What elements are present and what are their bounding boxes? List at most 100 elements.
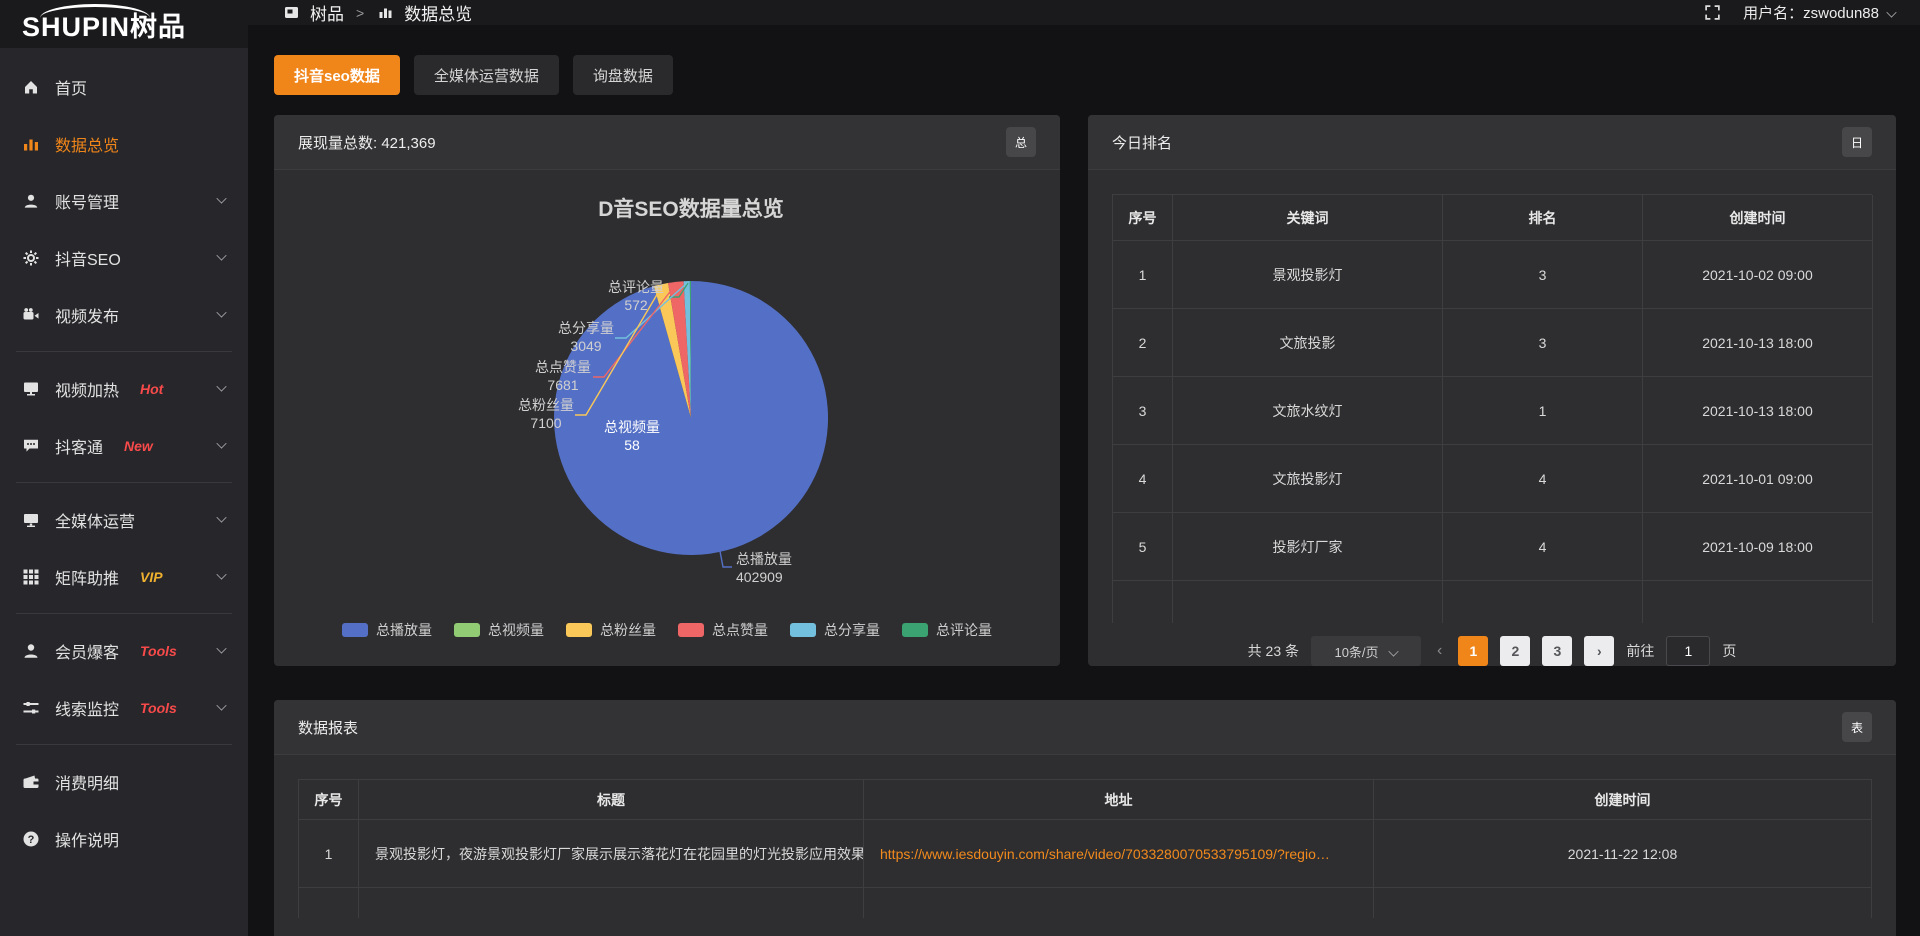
sidebar-item-douyin-seo[interactable]: 抖音SEO [0, 229, 248, 286]
sidebar-item-home[interactable]: 首页 [0, 58, 248, 115]
cell-index: 1 [1113, 241, 1173, 309]
table-toggle-button[interactable]: 表 [1842, 712, 1872, 742]
cell-created-time: 2021-10-13 18:00 [1643, 309, 1873, 377]
sidebar-item-label: 消费明细 [55, 770, 119, 794]
legend-item-comments[interactable]: 总评论量 [902, 620, 992, 640]
video-camera-icon [22, 306, 40, 324]
sidebar-item-data-overview[interactable]: 数据总览 [0, 115, 248, 172]
user-name-label: 用户名：zswodun88 [1743, 2, 1879, 23]
data-tabs: 抖音seo数据 全媒体运营数据 询盘数据 [274, 55, 1896, 95]
legend-item-play[interactable]: 总播放量 [342, 620, 432, 640]
cell-keyword: 景观投影灯 [1173, 241, 1443, 309]
prev-page-button[interactable]: ‹ [1433, 642, 1446, 660]
cell-created-time: 2021-10-02 09:00 [1643, 241, 1873, 309]
total-toggle-button[interactable]: 总 [1006, 127, 1036, 157]
legend-item-videos[interactable]: 总视频量 [454, 620, 544, 640]
legend-item-shares[interactable]: 总分享量 [790, 620, 880, 640]
goto-page-input[interactable] [1666, 636, 1710, 666]
tools-badge: Tools [140, 700, 177, 716]
day-toggle-button[interactable]: 日 [1842, 127, 1872, 157]
chart-legend: 总播放量 总视频量 总粉丝量 总点赞量 总分享量 总评论量 [274, 620, 1060, 640]
sidebar-item-omnimedia[interactable]: 全媒体运营 [0, 491, 248, 548]
page-size-select[interactable]: 10条/页 [1311, 636, 1421, 666]
cell-title: 景观投影灯，夜游景观投影灯厂家展示展示落花灯在花园里的灯光投影应用效果 # [359, 820, 864, 888]
sidebar-item-member-burst[interactable]: 会员爆客 Tools [0, 622, 248, 679]
table-row: 5 投影灯厂家 4 2021-10-09 18:00 [1113, 513, 1872, 581]
table-row-partial [1113, 581, 1872, 623]
sidebar-item-label: 全媒体运营 [55, 508, 135, 532]
page-button-2[interactable]: 2 [1500, 636, 1530, 666]
cell-created-time: 2021-10-13 18:00 [1643, 377, 1873, 445]
legend-label: 总评论量 [936, 620, 992, 640]
hot-badge: Hot [140, 381, 163, 397]
question-circle-icon: ? [22, 830, 40, 848]
sidebar-item-label: 视频加热 [55, 377, 119, 401]
table-row: 2 文旅投影 3 2021-10-13 18:00 [1113, 309, 1872, 377]
wallet-icon [22, 773, 40, 791]
sidebar-item-label: 账号管理 [55, 189, 119, 213]
column-header: 地址 [864, 780, 1374, 820]
fullscreen-icon[interactable] [1703, 4, 1721, 21]
monitor-arrow-icon [22, 380, 40, 398]
impressions-card-header: 展现量总数: 421,369 总 [274, 115, 1060, 170]
cell-created-time: 2021-10-09 18:00 [1643, 513, 1873, 581]
cell-rank: 3 [1443, 241, 1643, 309]
sliders-icon [22, 699, 40, 717]
sidebar-item-lead-monitor[interactable]: 线索监控 Tools [0, 679, 248, 736]
cell-keyword: 投影灯厂家 [1173, 513, 1443, 581]
ranking-table: 序号 关键词 排名 创建时间 1 景观投影灯 3 2021-10-02 09:0… [1088, 170, 1896, 666]
pagination: 共 23 条 10条/页 ‹ 1 2 3 › 前往 [1112, 636, 1872, 666]
sidebar-item-account-management[interactable]: 账号管理 [0, 172, 248, 229]
cell-keyword: 文旅投影灯 [1173, 445, 1443, 513]
sidebar-item-label: 操作说明 [55, 827, 119, 851]
app-square-icon [282, 5, 300, 20]
topbar-right: 用户名：zswodun88 [1703, 2, 1896, 23]
page-size-value: 10条/页 [1334, 642, 1378, 661]
breadcrumb-root[interactable]: 树品 [310, 0, 344, 25]
column-header: 序号 [299, 780, 359, 820]
cell-rank: 1 [1443, 377, 1643, 445]
gear-icon [22, 249, 40, 267]
sidebar-item-label: 数据总览 [55, 132, 119, 156]
new-badge: New [124, 438, 153, 454]
ranking-card-header: 今日排名 日 [1088, 115, 1896, 170]
sidebar-item-video-heat[interactable]: 视频加热 Hot [0, 360, 248, 417]
cell-rank: 4 [1443, 445, 1643, 513]
legend-item-likes[interactable]: 总点赞量 [678, 620, 768, 640]
goto-label: 前往 [1626, 641, 1654, 661]
cell-video-link[interactable]: https://www.iesdouyin.com/share/video/70… [864, 820, 1374, 888]
report-card-header: 数据报表 表 [274, 700, 1896, 755]
report-card-title: 数据报表 [298, 717, 358, 738]
today-ranking-card: 今日排名 日 序号 关键词 排名 创建时间 1 [1088, 115, 1896, 666]
chevron-down-icon [1388, 646, 1398, 656]
page-button-1[interactable]: 1 [1458, 636, 1488, 666]
page-button-3[interactable]: 3 [1542, 636, 1572, 666]
sidebar-item-matrix-boost[interactable]: 矩阵助推 VIP [0, 548, 248, 605]
data-report-card: 数据报表 表 序号 标题 地址 创建时间 1 景观投影灯，夜游景观投影灯厂家 [274, 700, 1896, 936]
label-play-value: 402909 [736, 569, 783, 585]
tab-douyin-seo-data[interactable]: 抖音seo数据 [274, 55, 400, 95]
sidebar-item-consumption-detail[interactable]: 消费明细 [0, 753, 248, 810]
sidebar-item-video-publish[interactable]: 视频发布 [0, 286, 248, 343]
chevron-down-icon [216, 438, 226, 448]
home-icon [22, 78, 40, 96]
label-comments-value: 572 [624, 297, 648, 313]
sidebar-divider [16, 482, 232, 483]
sidebar-item-instructions[interactable]: ? 操作说明 [0, 810, 248, 867]
sidebar-item-doukettong[interactable]: 抖客通 New [0, 417, 248, 474]
user-icon [22, 192, 40, 210]
sidebar-item-label: 抖客通 [55, 434, 103, 458]
tab-inquiry-data[interactable]: 询盘数据 [573, 55, 673, 95]
tab-omnimedia-data[interactable]: 全媒体运营数据 [414, 55, 559, 95]
user-menu[interactable]: 用户名：zswodun88 [1743, 2, 1896, 23]
next-page-button[interactable]: › [1584, 636, 1614, 666]
pie-chart: D音SEO数据量总览 [274, 170, 1060, 666]
legend-item-fans[interactable]: 总粉丝量 [566, 620, 656, 640]
svg-text:?: ? [28, 834, 35, 846]
ranking-card-title: 今日排名 [1112, 132, 1172, 153]
cell-created-time: 2021-10-01 09:00 [1643, 445, 1873, 513]
cell-index: 3 [1113, 377, 1173, 445]
legend-label: 总视频量 [488, 620, 544, 640]
chevron-down-icon [216, 700, 226, 710]
chevron-down-icon [216, 643, 226, 653]
